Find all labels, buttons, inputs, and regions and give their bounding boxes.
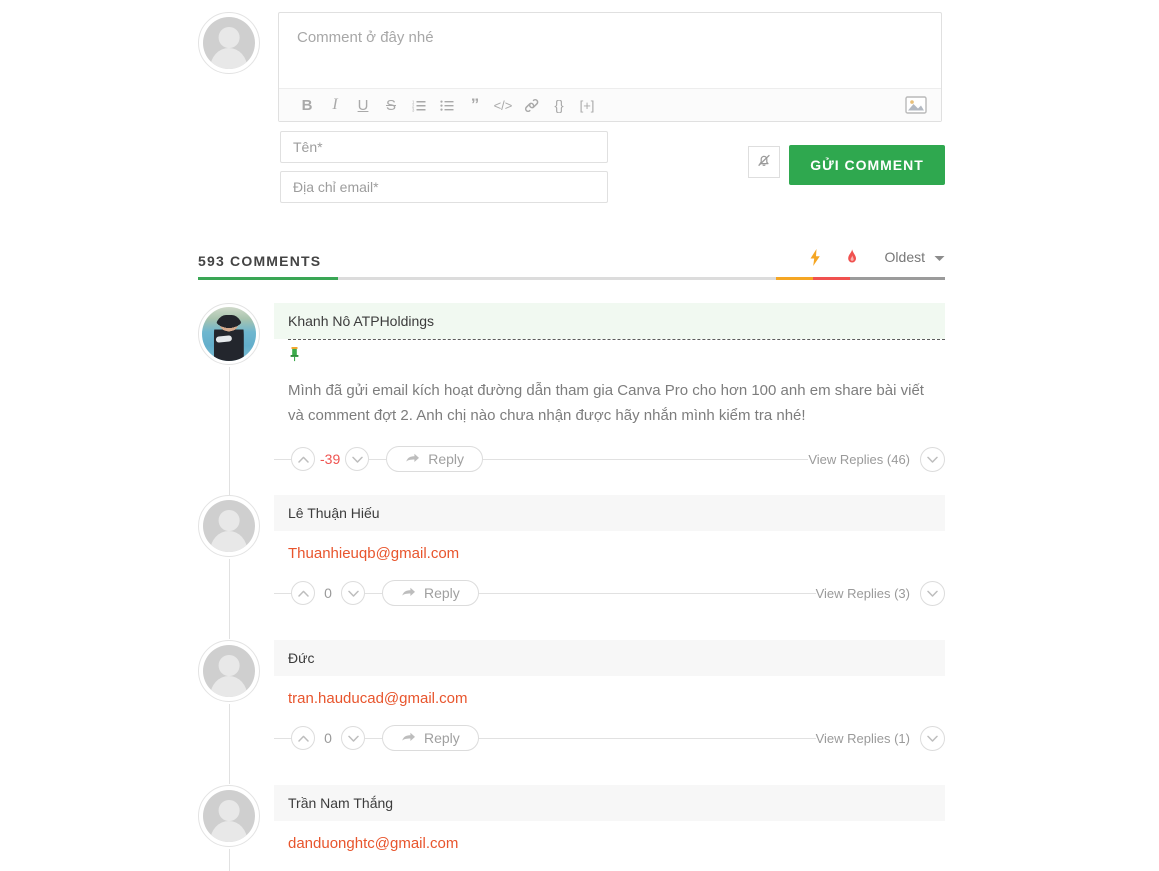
- svg-text:3: 3: [412, 107, 415, 111]
- underline-lightning: [776, 277, 813, 280]
- chevron-down-icon: [934, 249, 945, 265]
- spoiler-icon[interactable]: [+]: [573, 93, 601, 117]
- editor-toolbar: B I U S 1 2 3 ” </> {} [+]: [279, 88, 941, 121]
- comment-author[interactable]: Đức: [274, 640, 945, 676]
- flame-icon[interactable]: [834, 245, 871, 269]
- expand-replies-button[interactable]: [920, 725, 945, 751]
- notify-toggle-button[interactable]: [748, 146, 780, 178]
- underline-active: [198, 277, 338, 280]
- vote-count: 0: [324, 730, 332, 746]
- reply-arrow-icon: [401, 730, 416, 746]
- comment-text: Mình đã gửi email kích hoạt đường dẫn th…: [288, 382, 924, 424]
- downvote-button[interactable]: [341, 726, 365, 750]
- reply-label: Reply: [424, 730, 460, 746]
- action-line: [478, 592, 816, 594]
- comments-header: 593 COMMENTS Oldest: [198, 243, 945, 280]
- comment-actions: 0 Reply View Replies (1): [274, 723, 945, 753]
- avatar[interactable]: [198, 785, 260, 847]
- ordered-list-icon[interactable]: 1 2 3: [405, 93, 433, 117]
- thread-line: [229, 559, 230, 639]
- commenter-fields: Tên* Địa chỉ email*: [280, 131, 608, 211]
- bold-icon[interactable]: B: [293, 93, 321, 117]
- action-dash: [365, 737, 382, 739]
- upvote-button[interactable]: [291, 726, 315, 750]
- name-input[interactable]: Tên*: [280, 131, 608, 163]
- comment-author[interactable]: Lê Thuận Hiếu: [274, 495, 945, 531]
- strikethrough-icon[interactable]: S: [377, 93, 405, 117]
- vote-count: 0: [324, 585, 332, 601]
- underline-sort: [850, 277, 945, 280]
- action-dash: [274, 737, 291, 739]
- comment-actions: 0 Reply View Replies (3): [274, 578, 945, 608]
- action-dash: [274, 592, 291, 594]
- reply-button[interactable]: Reply: [382, 725, 479, 751]
- comment-actions: -39 Reply View Replies (46): [274, 444, 945, 474]
- submit-comment-button[interactable]: GỬI COMMENT: [789, 145, 945, 185]
- avatar[interactable]: [198, 303, 260, 365]
- lightning-icon[interactable]: [797, 245, 834, 269]
- avatar[interactable]: [198, 495, 260, 557]
- reply-label: Reply: [428, 451, 465, 467]
- current-user-avatar: [198, 12, 260, 74]
- action-dash: [369, 458, 387, 460]
- unordered-list-icon[interactable]: [433, 93, 461, 117]
- reply-label: Reply: [424, 585, 460, 601]
- reply-button[interactable]: Reply: [382, 580, 479, 606]
- italic-icon[interactable]: I: [321, 93, 349, 117]
- link-icon[interactable]: [517, 93, 545, 117]
- comment-section-page: Comment ở đây nhé B I U S 1 2 3 ” </> {}…: [0, 0, 1159, 871]
- comment-item: Lê Thuận Hiếu Thuanhieuqb@gmail.com 0 Re…: [198, 495, 945, 639]
- blockquote-icon[interactable]: ”: [461, 93, 489, 117]
- underline-flame: [813, 277, 850, 280]
- comment-item: Trần Nam Thắng danduonghtc@gmail.com: [198, 785, 945, 871]
- upvote-button[interactable]: [291, 447, 315, 471]
- comment-author[interactable]: Khanh Nô ATPHoldings: [274, 303, 945, 339]
- comment-item: Đức tran.hauducad@gmail.com 0 Reply View…: [198, 640, 945, 784]
- comment-editor: Comment ở đây nhé B I U S 1 2 3 ” </> {}…: [198, 12, 942, 122]
- comment-editor-box[interactable]: Comment ở đây nhé B I U S 1 2 3 ” </> {}…: [278, 12, 942, 122]
- comment-email-link[interactable]: tran.hauducad@gmail.com: [274, 676, 945, 707]
- email-input[interactable]: Địa chỉ email*: [280, 171, 608, 203]
- action-line: [483, 458, 809, 460]
- view-replies-label[interactable]: View Replies (46): [808, 452, 910, 467]
- comment-email-link[interactable]: Thuanhieuqb@gmail.com: [274, 531, 945, 562]
- avatar[interactable]: [198, 640, 260, 702]
- downvote-button[interactable]: [341, 581, 365, 605]
- downvote-button[interactable]: [345, 447, 370, 471]
- pushpin-icon: [274, 340, 945, 364]
- underline-track: [338, 277, 776, 280]
- thread-line: [229, 704, 230, 784]
- comment-email-link[interactable]: danduonghtc@gmail.com: [274, 821, 945, 852]
- thread-line: [229, 849, 230, 871]
- upvote-button[interactable]: [291, 581, 315, 605]
- header-underline: [198, 277, 945, 280]
- reply-arrow-icon: [405, 451, 420, 467]
- view-replies-label[interactable]: View Replies (1): [816, 731, 910, 746]
- comment-textarea[interactable]: Comment ở đây nhé: [279, 13, 941, 88]
- action-line: [478, 737, 816, 739]
- view-replies-label[interactable]: View Replies (3): [816, 586, 910, 601]
- reply-button[interactable]: Reply: [386, 446, 484, 472]
- reply-arrow-icon: [401, 585, 416, 601]
- comment-author[interactable]: Trần Nam Thắng: [274, 785, 945, 821]
- comment-item: Khanh Nô ATPHoldings Mình đã gửi email k…: [198, 303, 945, 527]
- action-dash: [365, 592, 382, 594]
- bell-off-icon: [755, 151, 773, 174]
- code-icon[interactable]: </>: [489, 93, 517, 117]
- code-block-icon[interactable]: {}: [545, 93, 573, 117]
- sort-dropdown[interactable]: Oldest: [871, 249, 945, 265]
- comments-count: 593 COMMENTS: [198, 253, 322, 269]
- sort-label: Oldest: [884, 249, 925, 265]
- action-dash: [274, 458, 291, 460]
- underline-icon[interactable]: U: [349, 93, 377, 117]
- expand-replies-button[interactable]: [920, 446, 945, 472]
- expand-replies-button[interactable]: [920, 580, 945, 606]
- vote-count: -39: [320, 451, 341, 467]
- image-icon[interactable]: [905, 96, 927, 115]
